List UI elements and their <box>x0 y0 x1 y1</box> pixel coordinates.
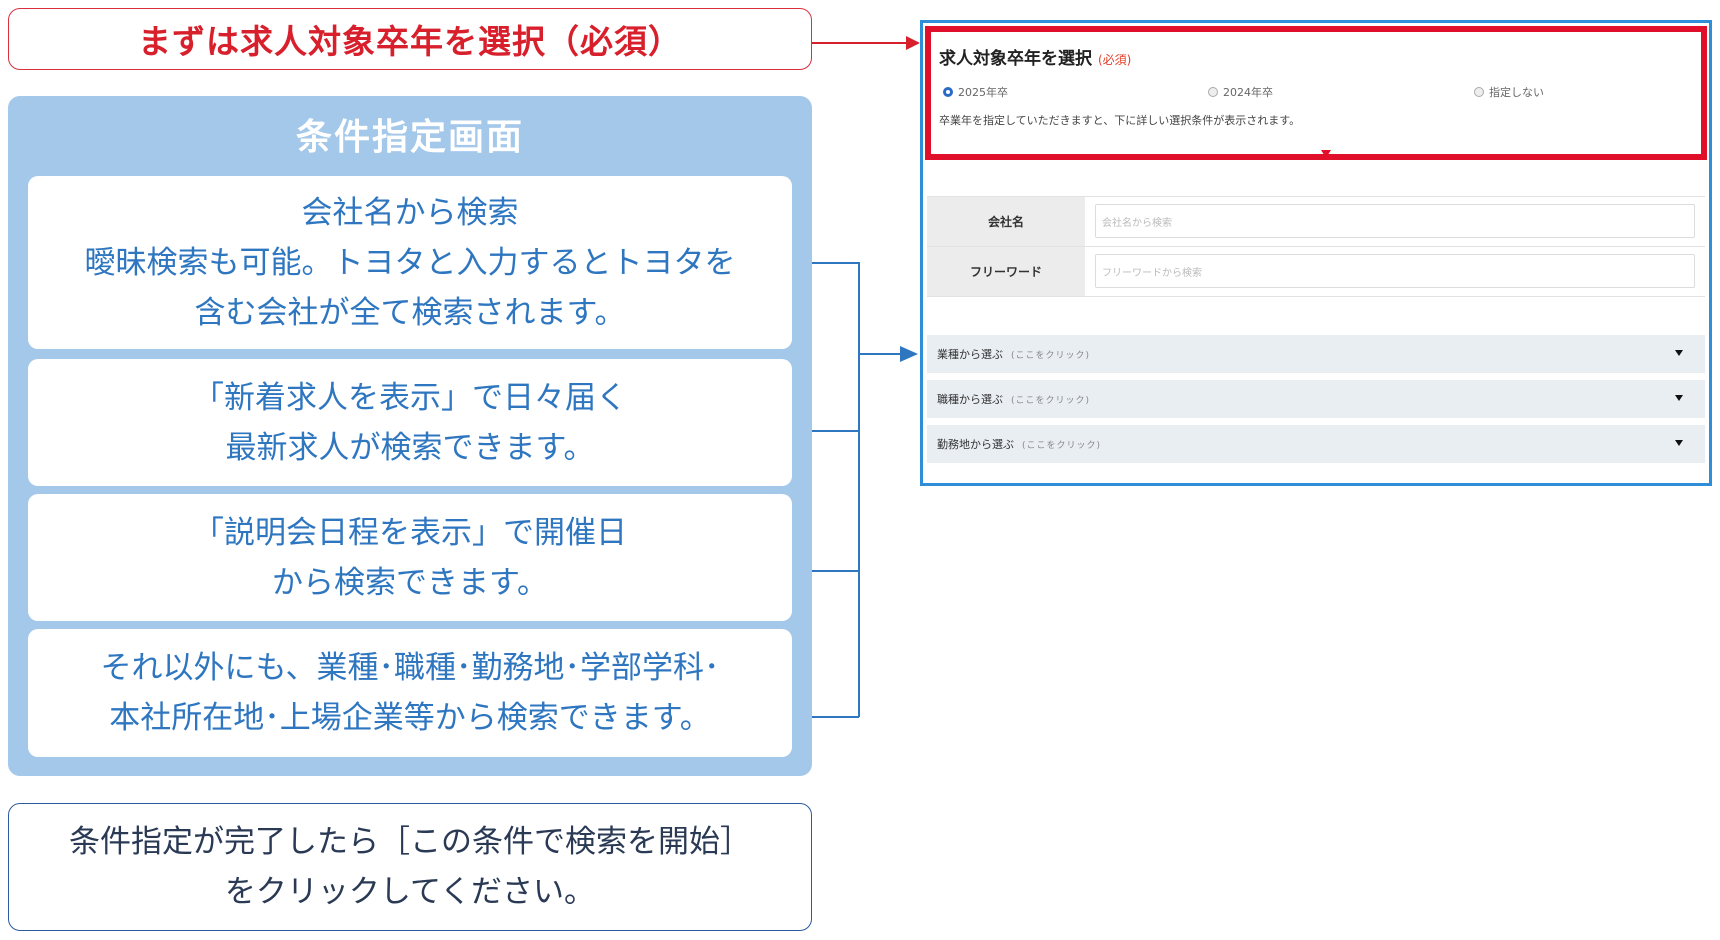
accordion-label: 業種から選ぶ <box>937 348 1003 361</box>
card-briefing-schedule: 「説明会日程を表示」で開催日 から検索できます。 <box>28 494 792 621</box>
card-line: それ以外にも、業種･職種･勤務地･学部学科･ <box>100 650 720 686</box>
card-line: 「説明会日程を表示」で開催日 <box>193 514 627 551</box>
search-form-screenshot: 求人対象卒年を選択 (必須) 2025年卒 2024年卒 指定しない 卒業年を指定… <box>920 20 1712 486</box>
card-company-search: 会社名から検索 曖昧検索も可能。トヨタと入力するとトヨタを 含む会社が全て検索さ… <box>28 176 792 349</box>
select-title-text: 求人対象卒年を選択 <box>939 49 1092 69</box>
radio-2025[interactable]: 2025年卒 <box>943 84 1008 100</box>
card-line: 含む会社が全て検索されます。 <box>194 294 626 331</box>
red-arrow-icon <box>906 36 920 50</box>
blue-arrow-icon <box>900 346 918 362</box>
accordion-location[interactable]: 勤務地から選ぶ (ここをクリック) <box>927 425 1705 463</box>
accordion-hint: (ここをクリック) <box>1011 395 1091 406</box>
connector-line <box>812 430 859 432</box>
chevron-down-icon <box>1675 440 1683 446</box>
free-word-row: フリーワード フリーワードから検索 <box>927 247 1705 297</box>
radio-dot[interactable] <box>943 87 953 97</box>
accordion-hint: (ここをクリック) <box>1022 440 1102 451</box>
radio-2024[interactable]: 2024年卒 <box>1208 84 1273 100</box>
card-line: 最新求人が検索できます。 <box>225 429 595 466</box>
radio-dot[interactable] <box>1474 87 1484 97</box>
search-fields: 会社名 会社名から検索 フリーワード フリーワードから検索 <box>927 196 1705 297</box>
card-line: 会社名から検索 <box>301 194 519 231</box>
accordion-label: 勤務地から選ぶ <box>937 438 1014 451</box>
accordion-job-type[interactable]: 職種から選ぶ (ここをクリック) <box>927 380 1705 418</box>
note-line: 条件指定が完了したら［この条件で検索を開始］ <box>69 824 751 860</box>
graduation-year-highlight: 求人対象卒年を選択 (必須) 2025年卒 2024年卒 指定しない 卒業年を指定… <box>925 26 1707 160</box>
bottom-note: 条件指定が完了したら［この条件で検索を開始］ をクリックしてください。 <box>8 803 812 931</box>
company-name-row: 会社名 会社名から検索 <box>927 197 1705 247</box>
company-name-label: 会社名 <box>927 197 1085 246</box>
select-description: 卒業年を指定していただきますと、下に詳しい選択条件が表示されます。 <box>939 114 1301 127</box>
radio-label: 指定しない <box>1489 86 1544 99</box>
card-line: 本社所在地･上場企業等から検索できます。 <box>109 700 711 736</box>
chevron-down-icon <box>1675 395 1683 401</box>
accordion-label: 職種から選ぶ <box>937 393 1003 406</box>
connector-line <box>858 353 904 355</box>
radio-group: 2025年卒 2024年卒 指定しない <box>943 84 1703 106</box>
accordion-hint: (ここをクリック) <box>1011 350 1091 361</box>
select-title: 求人対象卒年を選択 (必須) <box>939 44 1131 69</box>
red-connector-line <box>812 42 908 44</box>
radio-unspecified[interactable]: 指定しない <box>1474 84 1544 100</box>
card-line: から検索できます。 <box>272 564 548 601</box>
free-word-input[interactable]: フリーワードから検索 <box>1095 254 1695 288</box>
card-other-filters: それ以外にも、業種･職種･勤務地･学部学科･ 本社所在地･上場企業等から検索でき… <box>28 629 792 757</box>
free-word-label: フリーワード <box>927 247 1085 296</box>
card-new-jobs: 「新着求人を表示」で日々届く 最新求人が検索できます。 <box>28 359 792 486</box>
radio-dot[interactable] <box>1208 87 1218 97</box>
condition-panel: 条件指定画面 会社名から検索 曖昧検索も可能。トヨタと入力するとトヨタを 含む会… <box>8 96 812 776</box>
caret-down-icon <box>1321 150 1331 158</box>
connector-line <box>812 570 859 572</box>
step-banner: まずは求人対象卒年を選択（必須） <box>8 8 812 70</box>
chevron-down-icon <box>1675 350 1683 356</box>
connector-bracket <box>858 262 860 717</box>
card-line: 「新着求人を表示」で日々届く <box>193 379 627 416</box>
panel-title: 条件指定画面 <box>295 117 524 158</box>
company-name-input[interactable]: 会社名から検索 <box>1095 204 1695 238</box>
connector-line <box>812 262 859 264</box>
connector-line <box>812 716 859 718</box>
card-line: 曖昧検索も可能。トヨタと入力するとトヨタを <box>84 244 736 281</box>
accordion-industry[interactable]: 業種から選ぶ (ここをクリック) <box>927 335 1705 373</box>
note-line: をクリックしてください。 <box>224 874 596 910</box>
radio-label: 2025年卒 <box>958 86 1008 99</box>
required-label: (必須) <box>1098 53 1132 67</box>
radio-label: 2024年卒 <box>1223 86 1273 99</box>
